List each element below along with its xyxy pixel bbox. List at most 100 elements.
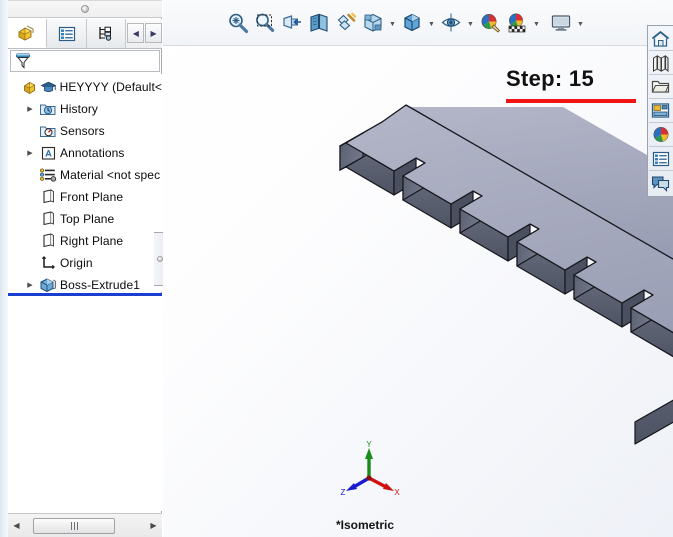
tab-nav-next[interactable]: ▶: [145, 23, 162, 43]
filter-funnel-icon: [16, 53, 30, 69]
expander[interactable]: ▶: [22, 281, 38, 289]
tree-item-sensors[interactable]: Sensors: [8, 120, 162, 142]
tree-item-right-plane[interactable]: Right Plane: [8, 230, 162, 252]
edit-appearance-icon: [481, 13, 501, 33]
appearances-sphere-icon: [653, 127, 668, 142]
view-orientation-wizard-button[interactable]: [333, 9, 359, 37]
tab-nav-prev[interactable]: ◀: [127, 23, 145, 43]
splitter-grip-dot[interactable]: [156, 256, 163, 262]
task-pane-design-library[interactable]: [648, 51, 673, 75]
feature-tree: HEYYYY (Default< ▶ History Sensors ▶ Ann…: [8, 74, 162, 292]
part-icon: [22, 79, 40, 95]
view-settings-monitor-icon: [551, 14, 571, 31]
history-icon: [38, 101, 58, 117]
hide-show-items-caret[interactable]: ▼: [465, 9, 476, 37]
tree-item-annotations[interactable]: ▶ Annotations: [8, 142, 162, 164]
task-pane-view-palette[interactable]: [648, 99, 673, 123]
view-settings-caret[interactable]: ▼: [575, 9, 586, 37]
scroll-track[interactable]: [25, 515, 145, 537]
tree-item-label: History: [60, 102, 99, 116]
feature-tree-horizontal-scrollbar[interactable]: ◀ ▶: [8, 513, 162, 537]
tab-configuration-manager[interactable]: [86, 19, 127, 48]
task-pane-custom-properties[interactable]: [648, 147, 673, 171]
tree-item-history[interactable]: ▶ History: [8, 98, 162, 120]
view-orientation-wizard-icon: [337, 12, 357, 30]
task-pane-file-explorer[interactable]: [648, 75, 673, 99]
scroll-right-arrow[interactable]: ▶: [145, 515, 162, 537]
forum-chat-icon: [651, 175, 670, 192]
annotations-icon: [38, 145, 58, 161]
zoom-to-area-button[interactable]: [252, 9, 278, 37]
tree-item-label: Boss-Extrude1: [60, 278, 141, 292]
tree-item-material[interactable]: Material <not spec: [8, 164, 162, 186]
plane-icon: [38, 189, 58, 205]
boss-extrude-icon: [38, 277, 58, 292]
tree-item-label: Annotations: [60, 146, 125, 160]
apply-scene-icon: [508, 13, 526, 32]
view-settings-button[interactable]: [548, 9, 574, 37]
display-style-button[interactable]: [399, 9, 425, 37]
apply-scene-button[interactable]: [504, 9, 530, 37]
grip-line: [70, 521, 72, 530]
task-pane: [647, 25, 673, 197]
coordinate-triad: Y X Z: [341, 440, 401, 497]
zoom-to-fit-icon: [229, 13, 249, 33]
plane-icon: [38, 233, 58, 249]
tree-item-top-plane[interactable]: Top Plane: [8, 208, 162, 230]
custom-properties-icon: [652, 151, 669, 166]
tree-item-origin[interactable]: Origin: [8, 252, 162, 274]
tree-item-label: Right Plane: [60, 234, 124, 248]
tree-item-label: Top Plane: [60, 212, 115, 226]
origin-icon: [38, 255, 58, 271]
view-orientation-caret[interactable]: ▼: [387, 9, 398, 37]
hide-show-eye-icon: [441, 13, 461, 31]
edit-appearance-button[interactable]: [477, 9, 503, 37]
view-palette-icon: [651, 103, 670, 118]
grip-line: [73, 521, 75, 530]
tree-item-label: Origin: [60, 256, 93, 270]
heads-up-view-toolbar: ▼ ▼ ▼ ▼ ▼: [163, 0, 673, 46]
graphics-viewport[interactable]: Step: 15 Y X Z *Isometric: [163, 0, 673, 537]
task-pane-solidworks-forum[interactable]: [649, 171, 673, 195]
step-underline: [506, 99, 636, 103]
display-style-icon: [404, 13, 420, 31]
view-orientation-button[interactable]: [360, 9, 386, 37]
tree-item-front-plane[interactable]: Front Plane: [8, 186, 162, 208]
feature-tree-filter[interactable]: [10, 50, 160, 72]
tab-feature-manager-design-tree[interactable]: [8, 19, 48, 48]
configuration-icon: [99, 26, 112, 41]
zoom-in-out-icon: [283, 14, 301, 29]
section-view-button[interactable]: [306, 9, 332, 37]
folder-icon: [651, 80, 670, 93]
property-list-icon: [58, 26, 75, 41]
triad-x-label: X: [394, 488, 400, 497]
hide-show-items-button[interactable]: [438, 9, 464, 37]
splitter-grip-dot[interactable]: [81, 5, 89, 13]
scroll-left-arrow[interactable]: ◀: [8, 515, 25, 537]
library-books-icon: [653, 54, 669, 72]
tree-empty-area: [8, 296, 162, 511]
scroll-thumb[interactable]: [33, 517, 115, 534]
panel-top-splitter[interactable]: [8, 0, 162, 18]
window-left-edge: [0, 0, 8, 537]
triad-z-label: Z: [341, 488, 346, 497]
tree-item-label: HEYYYY (Default<: [59, 80, 162, 94]
tree-item-label: Sensors: [60, 124, 105, 138]
tab-property-manager[interactable]: [47, 19, 87, 48]
display-style-caret[interactable]: ▼: [426, 9, 437, 37]
zoom-in-out-button[interactable]: [279, 9, 305, 37]
tree-item-part[interactable]: HEYYYY (Default<: [8, 76, 162, 98]
graduation-cap-icon: [40, 80, 58, 94]
solidworks-window: ◀ ▶ HEYYYY (Default< ▶ History Sensors ▶…: [0, 0, 673, 537]
expander[interactable]: ▶: [22, 149, 38, 157]
plane-icon: [38, 211, 58, 227]
home-icon: [651, 30, 670, 47]
zoom-to-fit-button[interactable]: [225, 9, 251, 37]
apply-scene-caret[interactable]: ▼: [531, 9, 542, 37]
expander[interactable]: ▶: [22, 105, 38, 113]
triad-y-label: Y: [366, 440, 372, 449]
task-pane-appearances-scenes[interactable]: [648, 123, 673, 147]
task-pane-solidworks-resources[interactable]: [648, 27, 673, 51]
grip-line: [76, 521, 78, 530]
tree-item-boss-extrude1[interactable]: ▶ Boss-Extrude1: [8, 274, 162, 292]
